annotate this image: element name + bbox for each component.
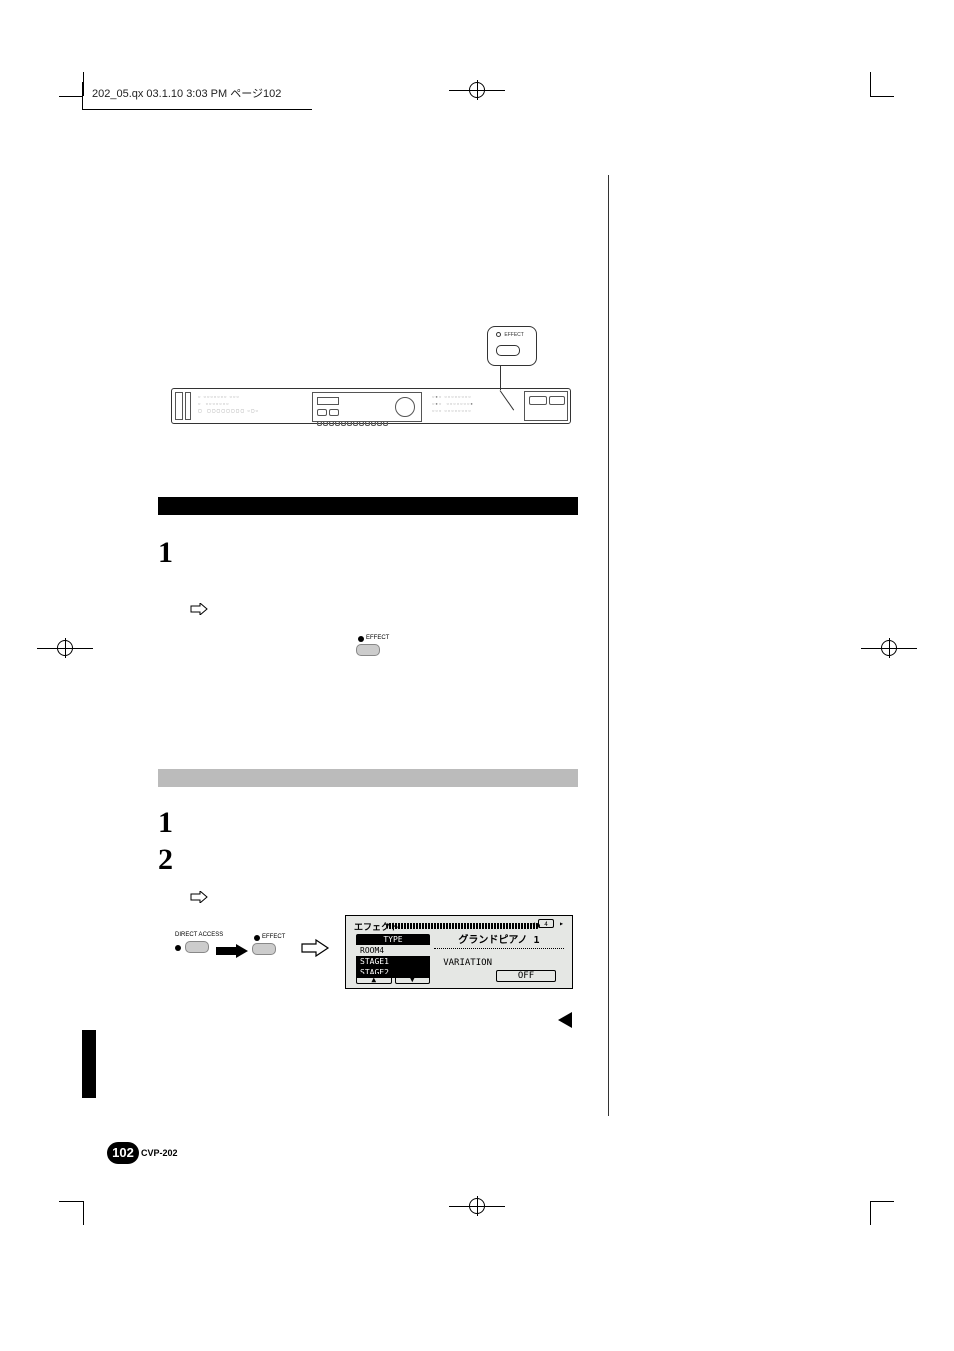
effect-label: EFFECT [366,635,389,641]
led-icon [254,935,260,941]
registration-mark-right [861,638,917,658]
page-next-icon: ▸ [559,919,564,928]
callout-line [500,366,501,390]
effect-button-graphic: EFFECT [252,934,292,962]
button-shape [496,345,520,356]
triangle-left-icon [558,1012,572,1028]
lcd-variation-label: VARIATION [443,958,492,968]
registration-mark-left [37,638,93,658]
lcd-down-button: ▼ [395,974,431,984]
arrow-right-filled-icon [216,944,248,958]
lcd-screenshot: エフェクト ◂ 4 ▸ TYPE ROOM4 STAGE1 STAGE2 ▲ ▼… [345,915,573,989]
crop-mark [870,72,871,96]
lcd-type-header: TYPE [356,934,430,945]
crop-mark [59,1201,83,1202]
lcd-up-button: ▲ [356,974,392,984]
page-number: 102 [107,1142,139,1164]
direct-access-label: DIRECT ACCESS [175,932,223,938]
led-icon [175,945,181,951]
step-number-1: 1 [158,806,173,840]
side-tab [82,1030,96,1098]
crop-mark [870,1201,871,1225]
effect-button-graphic: EFFECT [356,635,396,661]
effect-button-callout: EFFECT [487,326,537,366]
led-icon [496,332,501,337]
effect-label: EFFECT [504,332,523,338]
lcd-voice-name: グランドピアノ 1 [434,931,564,949]
lcd-list-item-selected: STAGE1 [356,956,430,967]
lcd-title-decoration [386,923,540,929]
section-header-bar [158,497,578,515]
button-shape [252,943,276,955]
print-header: 202_05.qx 03.1.10 3:03 PM ページ102 [82,82,312,110]
vertical-separator [608,175,609,1116]
effect-label: EFFECT [262,934,285,940]
crop-mark [83,1201,84,1225]
led-icon [358,636,364,642]
lcd-list-item: ROOM4 [356,945,430,956]
arrow-right-icon [190,602,208,614]
page-prev-icon: ◂ [531,919,536,928]
crop-mark [870,1201,894,1202]
crop-mark [870,96,894,97]
keyboard-panel-diagram: ○ ○○○○○○○ ○○○○ ○○○○○○○▢ ▢▢▢▢▢▢▢▢ ○▢○ ○●○… [171,388,571,424]
button-shape [356,644,380,656]
arrow-right-outline-icon [300,938,330,958]
section-subheader-bar [158,769,578,787]
step-number-1: 1 [158,536,173,570]
lcd-page-indicator: 4 [538,919,554,928]
arrow-right-icon [190,890,208,902]
button-shape [185,941,209,953]
registration-mark-top [449,80,505,100]
step-number-2: 2 [158,843,173,877]
crop-mark [59,96,83,97]
model-label: CVP-202 [141,1148,178,1158]
lcd-variation-value: OFF [496,970,556,982]
registration-mark-bottom [449,1196,505,1216]
